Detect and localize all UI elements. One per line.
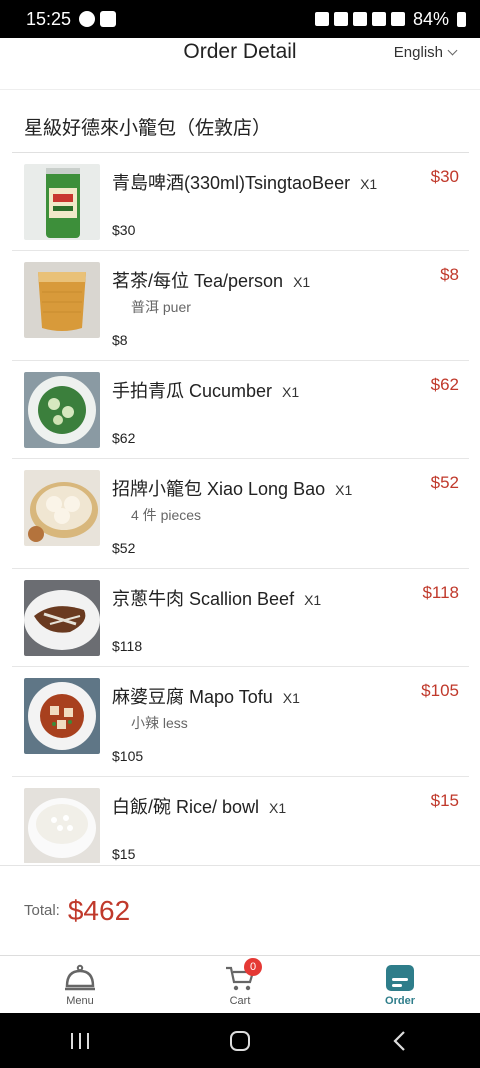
tab-menu[interactable]: Menu xyxy=(0,956,160,1013)
order-item: 麻婆豆腐 Mapo Tofu X1 $105 小辣 less $105 xyxy=(12,667,469,777)
recent-apps-icon[interactable] xyxy=(69,1031,91,1051)
battery-icon xyxy=(457,11,466,27)
order-item: 京蔥牛肉 Scallion Beef X1 $118 $118 xyxy=(12,569,469,667)
alarm-icon xyxy=(314,12,329,26)
order-icon xyxy=(386,965,414,991)
item-unit-price: $8 xyxy=(112,332,128,348)
tab-menu-label: Menu xyxy=(66,995,94,1007)
status-bar: 15:25 84% xyxy=(0,0,480,38)
tab-cart-label: Cart xyxy=(229,995,251,1007)
item-quantity: X1 xyxy=(335,482,353,498)
item-quantity: X1 xyxy=(293,274,311,290)
gallery-notification-icon xyxy=(100,11,117,27)
item-total-price: $30 xyxy=(430,167,459,186)
system-navigation-bar xyxy=(0,1013,480,1068)
item-note: 普洱 puer xyxy=(131,299,191,315)
tab-order-label: Order xyxy=(385,995,415,1007)
item-unit-price: $62 xyxy=(112,430,136,446)
line-app-icon xyxy=(79,11,96,27)
item-total-price: $118 xyxy=(422,583,459,602)
item-name: 招牌小籠包 Xiao Long Bao X1 xyxy=(112,479,353,499)
item-name: 白飯/碗 Rice/ bowl X1 xyxy=(112,797,287,817)
item-total-price: $15 xyxy=(430,791,459,810)
home-icon[interactable] xyxy=(229,1030,251,1052)
order-item-list[interactable]: 青島啤酒(330ml)TsingtaoBeer X1 $30 $30 茗茶/每位 … xyxy=(12,153,469,863)
order-item: 白飯/碗 Rice/ bowl X1 $15 $15 xyxy=(12,777,469,863)
tab-cart[interactable]: 0 Cart xyxy=(160,956,320,1013)
item-quantity: X1 xyxy=(360,176,378,192)
page-header: Order Detail English xyxy=(0,38,480,90)
total-label: Total: xyxy=(24,902,60,919)
item-total-price: $8 xyxy=(440,265,459,284)
beef-plate-image xyxy=(24,580,100,656)
mute-icon xyxy=(352,12,367,26)
cucumber-plate-image xyxy=(24,372,100,448)
cloche-icon xyxy=(65,964,95,991)
language-selector[interactable]: English xyxy=(393,44,458,61)
item-name: 茗茶/每位 Tea/person X1 xyxy=(112,271,311,291)
item-unit-price: $105 xyxy=(112,748,144,764)
order-total-bar: Total: $462 xyxy=(0,865,480,955)
item-name: 手拍青瓜 Cucumber X1 xyxy=(112,381,300,401)
item-unit-price: $15 xyxy=(112,846,136,862)
total-amount: $462 xyxy=(67,894,131,926)
item-note: 小辣 less xyxy=(131,715,188,731)
item-name: 青島啤酒(330ml)TsingtaoBeer X1 xyxy=(112,173,378,193)
chevron-down-icon xyxy=(447,45,458,56)
item-unit-price: $52 xyxy=(112,540,136,556)
battery-percent: 84% xyxy=(412,8,449,29)
language-label: English xyxy=(393,44,443,61)
item-total-price: $105 xyxy=(421,681,459,700)
item-total-price: $52 xyxy=(430,473,459,492)
item-name: 麻婆豆腐 Mapo Tofu X1 xyxy=(112,687,300,707)
status-time: 15:25 xyxy=(26,8,72,29)
tab-order[interactable]: Order xyxy=(320,956,480,1013)
status-right: 84% xyxy=(314,8,466,30)
back-icon[interactable] xyxy=(389,1030,411,1052)
item-unit-price: $30 xyxy=(112,222,136,238)
signal-icon xyxy=(390,12,405,26)
item-total-price: $62 xyxy=(430,375,459,394)
cart-count-badge: 0 xyxy=(244,958,262,976)
bottom-tab-bar: Menu 0 Cart Order xyxy=(0,955,480,1013)
dumpling-steamer-image xyxy=(24,470,100,546)
order-item: 茗茶/每位 Tea/person X1 $8 普洱 puer $8 xyxy=(12,251,469,361)
item-name: 京蔥牛肉 Scallion Beef X1 xyxy=(112,589,322,609)
tofu-plate-image xyxy=(24,678,100,754)
tea-glass-image xyxy=(24,262,100,338)
store-name: 星級好德來小籠包（佐敦店） xyxy=(12,100,469,153)
item-quantity: X1 xyxy=(304,592,322,608)
order-item: 手拍青瓜 Cucumber X1 $62 $62 xyxy=(12,361,469,459)
order-item: 招牌小籠包 Xiao Long Bao X1 $52 4 件 pieces $52 xyxy=(12,459,469,569)
item-quantity: X1 xyxy=(282,690,300,706)
wifi-icon xyxy=(371,12,386,26)
item-quantity: X1 xyxy=(269,800,287,816)
item-unit-price: $118 xyxy=(112,638,143,654)
rice-bowl-image xyxy=(24,788,100,863)
beer-can-image xyxy=(24,164,100,240)
item-quantity: X1 xyxy=(282,384,300,400)
order-item: 青島啤酒(330ml)TsingtaoBeer X1 $30 $30 xyxy=(12,153,469,251)
data-saver-icon xyxy=(333,12,348,26)
item-note: 4 件 pieces xyxy=(131,507,202,523)
